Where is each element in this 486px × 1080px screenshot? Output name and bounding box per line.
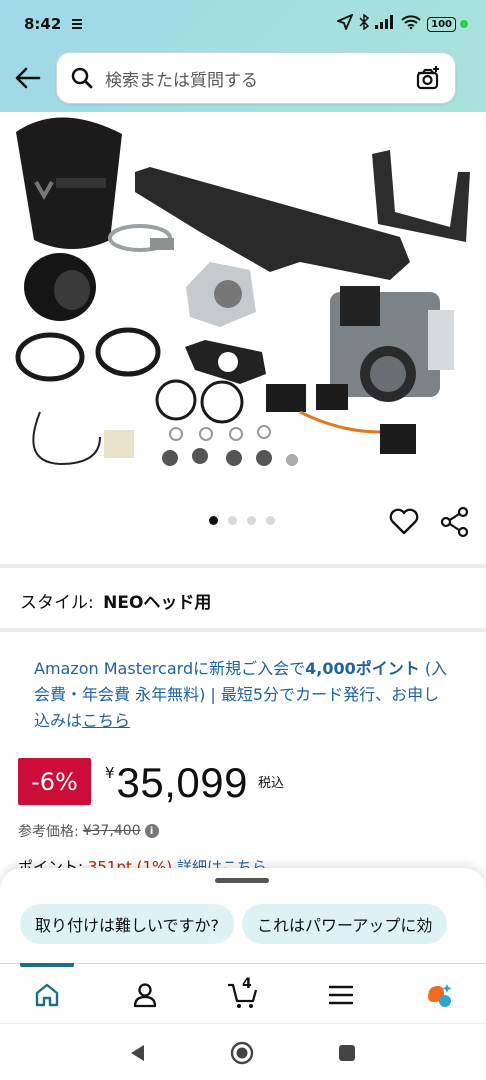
gasket-image <box>185 340 266 384</box>
price-block: -6% ¥ 35,099 税込 <box>18 758 284 808</box>
system-recents-button[interactable] <box>334 1040 360 1066</box>
back-arrow-icon <box>15 67 41 89</box>
search-placeholder: 検索または質問する <box>105 70 258 91</box>
search-icon <box>71 67 93 89</box>
cart-count: 4 <box>242 976 252 992</box>
product-image[interactable] <box>0 112 486 492</box>
signal-icon <box>375 15 395 33</box>
carousel-dots[interactable] <box>209 516 275 525</box>
status-bar: 8:42 100 <box>0 0 486 48</box>
suggestion-chip[interactable]: これはパワーアップに効 <box>242 904 448 944</box>
back-button[interactable] <box>0 50 56 106</box>
wire-image <box>32 411 134 466</box>
system-back-button[interactable] <box>124 1040 150 1066</box>
style-value: NEOヘッド用 <box>103 593 212 613</box>
charging-dot <box>460 20 468 28</box>
share-button[interactable] <box>440 506 470 538</box>
image-carousel-controls <box>0 498 486 546</box>
nav-rufus[interactable] <box>422 978 456 1012</box>
section-divider <box>0 564 486 568</box>
heart-icon <box>389 508 419 535</box>
bolts-image <box>162 425 298 466</box>
reference-price-label: 参考価格: <box>18 824 79 840</box>
notification-icon <box>71 15 83 34</box>
style-selector[interactable]: スタイル: NEOヘッド用 <box>20 588 211 613</box>
suggestion-chip[interactable]: 取り付けは難しいですか? <box>20 904 235 944</box>
carousel-dot[interactable] <box>228 516 237 525</box>
bottom-navigation: 4 <box>0 963 486 1023</box>
air-filter-image <box>16 117 122 249</box>
tax-note: 税込 <box>258 776 285 791</box>
nav-menu[interactable] <box>324 978 358 1012</box>
throttle-body-image <box>330 286 454 402</box>
account-icon <box>133 983 157 1008</box>
band-clamps-image <box>15 327 161 382</box>
square-recents-icon <box>339 1045 355 1061</box>
carousel-dot[interactable] <box>209 516 218 525</box>
intake-image <box>186 262 256 327</box>
promo-text: Amazon Mastercardに新規ご入会で <box>34 659 306 678</box>
nav-home[interactable] <box>30 978 64 1012</box>
carousel-dot[interactable] <box>266 516 275 525</box>
system-home-button[interactable] <box>229 1040 255 1066</box>
rubber-joint-image <box>24 253 96 321</box>
battery-indicator: 100 <box>427 16 468 32</box>
card-promo-banner[interactable]: Amazon Mastercardに新規ご入会で4,000ポイント (入会費・年… <box>34 656 454 734</box>
sheet-handle[interactable] <box>215 878 269 883</box>
location-icon <box>335 13 354 34</box>
suggestion-sheet: 取り付けは難しいですか? これはパワーアップに効 <box>0 868 486 963</box>
triangle-back-icon <box>131 1045 144 1061</box>
carousel-dot[interactable] <box>247 516 256 525</box>
wishlist-button[interactable] <box>388 506 420 538</box>
search-input[interactable]: 検索または質問する <box>56 52 456 104</box>
nav-cart[interactable]: 4 <box>226 976 260 1012</box>
promo-points: 4,000ポイント <box>305 659 420 678</box>
info-icon[interactable]: i <box>144 824 159 838</box>
reference-price-value: ¥37,400 <box>82 823 141 839</box>
bracket-image <box>135 150 470 280</box>
nav-account[interactable] <box>128 978 162 1012</box>
app-header: 8:42 100 検索または質問する <box>0 0 486 112</box>
rufus-icon <box>428 984 452 1007</box>
menu-icon <box>328 985 354 1005</box>
reference-price: 参考価格: ¥37,400 i <box>18 821 159 841</box>
active-tab-indicator <box>20 963 74 967</box>
camera-icon[interactable] <box>415 65 441 91</box>
circle-home-icon <box>230 1041 254 1065</box>
status-time: 8:42 <box>24 15 62 33</box>
share-icon <box>440 506 469 538</box>
bluetooth-icon <box>359 13 370 34</box>
style-label: スタイル: <box>20 593 94 613</box>
o-rings-image <box>155 379 244 424</box>
promo-link[interactable]: こちら <box>82 711 130 730</box>
suggestion-chips: 取り付けは難しいですか? これはパワーアップに効 <box>20 904 448 944</box>
clamp-image <box>108 224 174 252</box>
section-divider <box>0 628 486 632</box>
home-icon <box>35 983 59 1007</box>
wifi-icon <box>401 15 421 33</box>
discount-badge: -6% <box>18 758 91 805</box>
price-amount: 35,099 <box>116 759 249 806</box>
system-navigation-bar <box>0 1023 486 1080</box>
currency-symbol: ¥ <box>105 764 115 782</box>
